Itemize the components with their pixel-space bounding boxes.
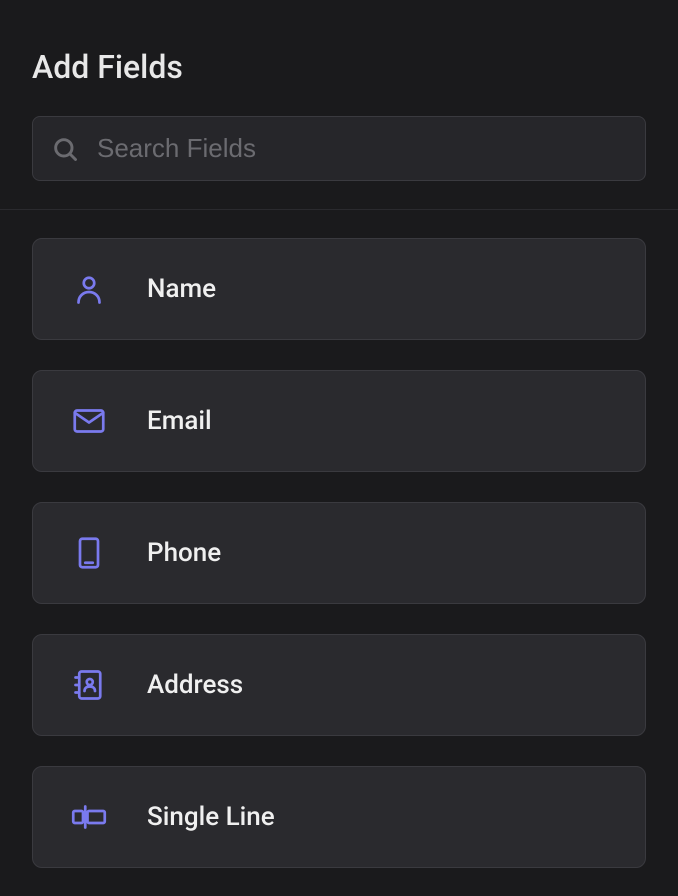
single-line-icon <box>71 799 107 835</box>
person-icon <box>71 271 107 307</box>
field-label: Phone <box>147 538 221 568</box>
field-item-email[interactable]: Email <box>32 370 646 472</box>
panel-title: Add Fields <box>32 48 646 86</box>
field-list: Name Email Phone <box>0 210 678 896</box>
search-input[interactable] <box>97 133 627 164</box>
field-item-name[interactable]: Name <box>32 238 646 340</box>
field-item-address[interactable]: Address <box>32 634 646 736</box>
field-label: Single Line <box>147 802 275 832</box>
search-box[interactable] <box>32 116 646 181</box>
field-label: Email <box>147 406 212 436</box>
address-book-icon <box>71 667 107 703</box>
field-label: Name <box>147 274 216 304</box>
field-label: Address <box>147 670 243 700</box>
field-item-phone[interactable]: Phone <box>32 502 646 604</box>
field-item-single-line[interactable]: Single Line <box>32 766 646 868</box>
mail-icon <box>71 403 107 439</box>
search-icon <box>51 135 79 163</box>
phone-icon <box>71 535 107 571</box>
